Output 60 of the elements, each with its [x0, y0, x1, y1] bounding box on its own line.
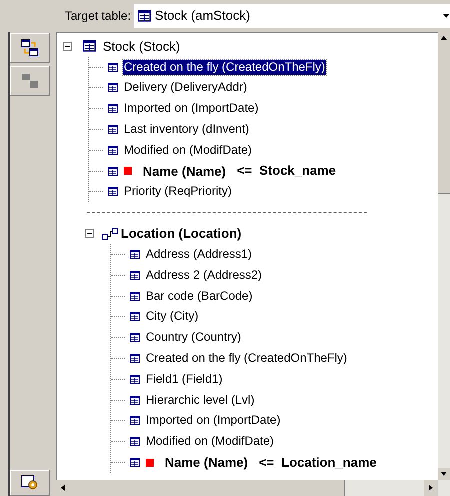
horizontal-scrollbar[interactable]	[56, 480, 450, 496]
table-icon	[130, 416, 140, 426]
field-item[interactable]: Modified on (ModifDate)	[123, 142, 254, 158]
table-icon	[130, 437, 140, 446]
table-icon	[108, 187, 118, 196]
table-icon	[83, 40, 96, 52]
table-icon	[130, 374, 140, 384]
mapping-text: <= Stock_name	[237, 162, 336, 180]
table-gear-icon	[21, 475, 39, 491]
table-icon	[138, 10, 152, 22]
link-icon	[102, 228, 118, 240]
table-node[interactable]: Stock (Stock)	[103, 36, 180, 56]
table-icon	[108, 62, 118, 72]
field-item[interactable]: Created on the fly (CreatedOnTheFly)	[123, 60, 326, 75]
link-tables-button[interactable]	[10, 33, 50, 63]
field-item[interactable]: Name (Name)	[142, 164, 228, 179]
field-item[interactable]: Created on the fly (CreatedOnTheFly)	[145, 351, 348, 366]
left-arrow-icon	[61, 485, 65, 491]
vertical-scrollbar[interactable]	[438, 32, 450, 480]
field-item[interactable]: City (City)	[145, 309, 200, 324]
table-icon	[108, 166, 118, 176]
field-item[interactable]: Name (Name)	[164, 455, 250, 470]
field-item[interactable]: Last inventory (dInvent)	[123, 122, 250, 138]
table-node[interactable]: Location (Location)	[121, 224, 242, 244]
collapse-toggle[interactable]	[63, 42, 72, 51]
right-arrow-icon	[429, 485, 433, 491]
table-icon	[130, 458, 140, 468]
table-icon	[130, 250, 140, 260]
table-icon	[130, 333, 140, 342]
field-item[interactable]: Hierarchic level (Lvl)	[145, 392, 256, 408]
target-table-dropdown[interactable]: Stock (amStock)	[134, 4, 450, 28]
table-icon	[108, 83, 118, 92]
unlink-tables-button[interactable]	[10, 66, 50, 96]
field-item[interactable]: Delivery (DeliveryAddr)	[123, 80, 248, 96]
table-icon	[108, 125, 118, 134]
up-arrow-icon	[441, 36, 447, 40]
table-icon	[108, 104, 118, 114]
field-item[interactable]: Priority (ReqPriority)	[123, 184, 234, 200]
field-item[interactable]: Imported on (ImportDate)	[145, 413, 282, 428]
settings-button[interactable]	[10, 470, 50, 496]
linked-tables-icon	[21, 39, 39, 57]
mapping-text: <= Location_name	[259, 454, 377, 472]
collapse-toggle[interactable]	[85, 229, 94, 238]
table-icon	[130, 312, 140, 322]
field-item[interactable]: Address 2 (Address2)	[145, 268, 264, 283]
field-item[interactable]: Field1 (Field1)	[145, 372, 224, 387]
table-icon	[130, 292, 140, 301]
down-arrow-icon	[441, 472, 447, 476]
field-item[interactable]: Imported on (ImportDate)	[123, 101, 260, 116]
table-icon	[108, 146, 118, 155]
table-icon	[130, 396, 140, 405]
disabled-tables-icon	[21, 73, 39, 89]
table-icon	[130, 270, 140, 280]
field-item[interactable]: Bar code (BarCode)	[145, 288, 254, 304]
field-item[interactable]: Country (Country)	[145, 330, 242, 346]
caret-icon	[443, 14, 450, 18]
field-item[interactable]: Address (Address1)	[145, 247, 254, 262]
field-item[interactable]: Modified on (ModifDate)	[145, 434, 276, 450]
table-icon	[130, 354, 140, 364]
target-table-label: Target table:	[65, 8, 132, 25]
